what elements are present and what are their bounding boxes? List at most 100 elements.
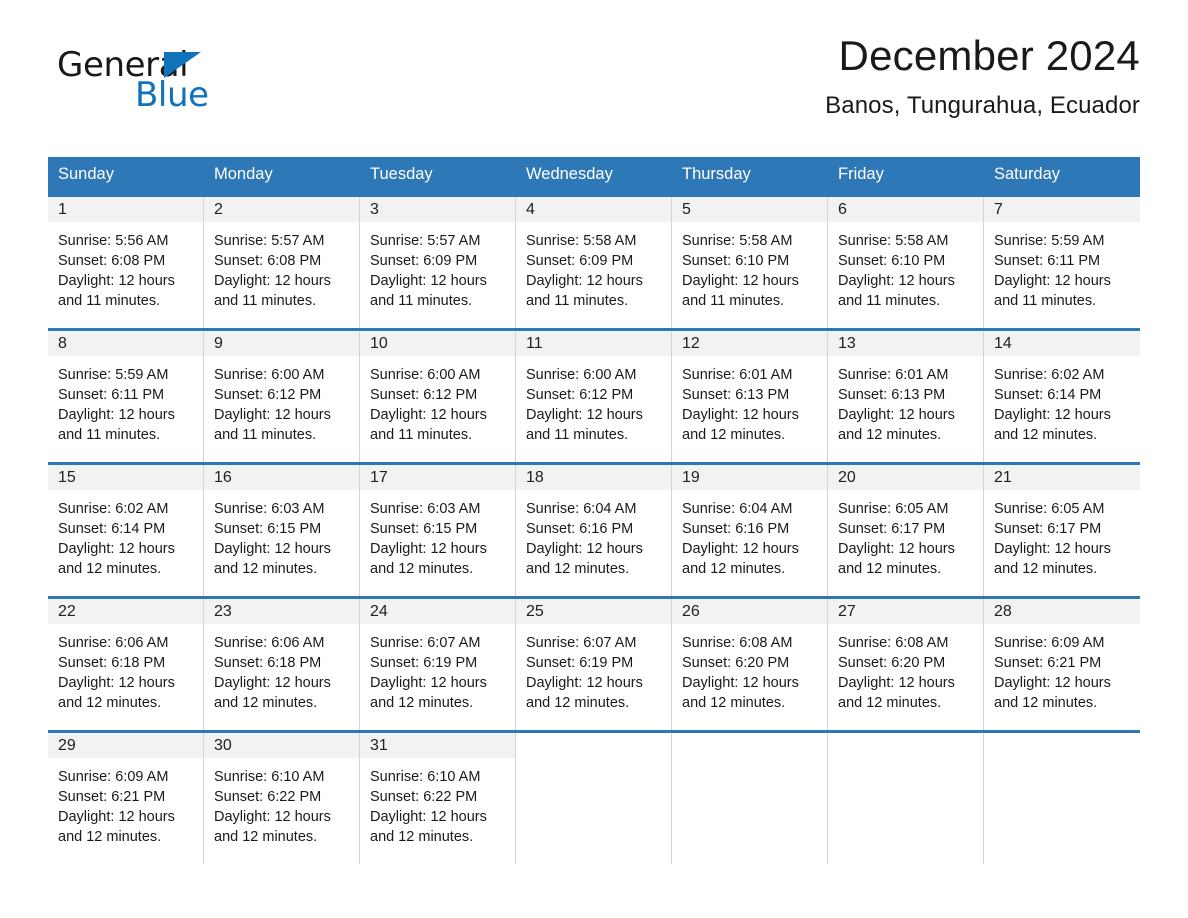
day-details: Sunrise: 6:09 AM Sunset: 6:21 PM Daylight:… xyxy=(48,758,203,848)
day-cell[interactable]: 6 Sunrise: 5:58 AM Sunset: 6:10 PM Daylight… xyxy=(828,196,984,328)
day-cell[interactable]: 4 Sunrise: 5:58 AM Sunset: 6:09 PM Daylight… xyxy=(516,196,672,328)
page-title: December 2024 xyxy=(838,32,1140,79)
day-number-band: 27 xyxy=(828,598,983,624)
day-cell[interactable]: 31 Sunrise: 6:10 AM Sunset: 6:22 PM Dayligh… xyxy=(360,732,516,864)
generalblue-logo[interactable]: General Blue xyxy=(57,45,387,115)
daylight-text-line2: and 12 minutes. xyxy=(58,829,162,846)
day-number: 11 xyxy=(526,334,543,352)
day-number-band xyxy=(672,732,827,758)
day-number: 31 xyxy=(370,736,388,754)
daylight-text-line1: Daylight: 12 hours xyxy=(214,541,331,558)
day-cell[interactable]: 24 Sunrise: 6:07 AM Sunset: 6:19 PM Dayligh… xyxy=(360,598,516,730)
daylight-text-line2: and 11 minutes. xyxy=(370,293,473,310)
sunset-text: Sunset: 6:18 PM xyxy=(214,655,322,671)
page-masthead: General Blue December 2024 Banos, Tungur… xyxy=(48,0,1140,119)
day-cell[interactable]: 13 Sunrise: 6:01 AM Sunset: 6:13 PM Dayligh… xyxy=(828,330,984,462)
sunset-text: Sunset: 6:21 PM xyxy=(58,789,166,805)
calendar-week-row: 15 Sunrise: 6:02 AM Sunset: 6:14 PM Dayligh… xyxy=(48,461,1140,596)
day-cell[interactable]: 3 Sunrise: 5:57 AM Sunset: 6:09 PM Daylight… xyxy=(360,196,516,328)
sunrise-text: Sunrise: 6:05 AM xyxy=(838,500,949,517)
sunset-text: Sunset: 6:20 PM xyxy=(838,655,946,671)
sunrise-text: Sunrise: 5:57 AM xyxy=(214,232,325,249)
day-cell[interactable]: 8 Sunrise: 5:59 AM Sunset: 6:11 PM Daylight… xyxy=(48,330,204,462)
day-cell[interactable]: 11 Sunrise: 6:00 AM Sunset: 6:12 PM Dayligh… xyxy=(516,330,672,462)
day-cell[interactable]: 15 Sunrise: 6:02 AM Sunset: 6:14 PM Dayligh… xyxy=(48,464,204,596)
day-cell[interactable]: 19 Sunrise: 6:04 AM Sunset: 6:16 PM Dayligh… xyxy=(672,464,828,596)
day-number: 3 xyxy=(370,200,379,218)
day-number: 22 xyxy=(58,602,76,620)
sunrise-text: Sunrise: 6:07 AM xyxy=(370,634,481,651)
day-cell[interactable]: 2 Sunrise: 5:57 AM Sunset: 6:08 PM Daylight… xyxy=(204,196,360,328)
day-number: 10 xyxy=(370,334,388,352)
daylight-text-line2: and 12 minutes. xyxy=(214,829,318,846)
day-cell-empty xyxy=(516,732,672,864)
daylight-text-line1: Daylight: 12 hours xyxy=(838,273,955,290)
day-cell[interactable]: 18 Sunrise: 6:04 AM Sunset: 6:16 PM Dayligh… xyxy=(516,464,672,596)
day-cell[interactable]: 9 Sunrise: 6:00 AM Sunset: 6:12 PM Daylight… xyxy=(204,330,360,462)
day-cell[interactable]: 21 Sunrise: 6:05 AM Sunset: 6:17 PM Dayligh… xyxy=(984,464,1140,596)
daylight-text-line1: Daylight: 12 hours xyxy=(838,541,955,558)
daylight-text-line2: and 11 minutes. xyxy=(526,427,629,444)
day-number-band: 7 xyxy=(984,196,1140,222)
day-number-band: 21 xyxy=(984,464,1140,490)
day-details: Sunrise: 6:04 AM Sunset: 6:16 PM Daylight:… xyxy=(672,490,827,580)
day-cell[interactable]: 5 Sunrise: 5:58 AM Sunset: 6:10 PM Daylight… xyxy=(672,196,828,328)
daylight-text-line1: Daylight: 12 hours xyxy=(214,675,331,692)
day-cell[interactable]: 26 Sunrise: 6:08 AM Sunset: 6:20 PM Dayligh… xyxy=(672,598,828,730)
sunrise-text: Sunrise: 6:03 AM xyxy=(370,500,481,517)
day-number-band: 11 xyxy=(516,330,671,356)
day-cell[interactable]: 25 Sunrise: 6:07 AM Sunset: 6:19 PM Dayligh… xyxy=(516,598,672,730)
weekday-header-thursday: Thursday xyxy=(682,165,751,183)
daylight-text-line1: Daylight: 12 hours xyxy=(994,407,1111,424)
daylight-text-line2: and 12 minutes. xyxy=(214,695,318,712)
day-cell[interactable]: 7 Sunrise: 5:59 AM Sunset: 6:11 PM Daylight… xyxy=(984,196,1140,328)
weekday-header-row: Sunday Monday Tuesday Wednesday Thursday… xyxy=(48,157,1140,194)
day-number: 24 xyxy=(370,602,388,620)
day-cell[interactable]: 20 Sunrise: 6:05 AM Sunset: 6:17 PM Dayligh… xyxy=(828,464,984,596)
day-number-band: 20 xyxy=(828,464,983,490)
daylight-text-line1: Daylight: 12 hours xyxy=(58,675,175,692)
daylight-text-line2: and 11 minutes. xyxy=(994,293,1097,310)
sunrise-text: Sunrise: 6:02 AM xyxy=(58,500,169,517)
day-cell[interactable]: 14 Sunrise: 6:02 AM Sunset: 6:14 PM Dayligh… xyxy=(984,330,1140,462)
day-number-band: 16 xyxy=(204,464,359,490)
day-cell[interactable]: 10 Sunrise: 6:00 AM Sunset: 6:12 PM Dayligh… xyxy=(360,330,516,462)
sunset-text: Sunset: 6:22 PM xyxy=(370,789,478,805)
day-cell[interactable]: 23 Sunrise: 6:06 AM Sunset: 6:18 PM Dayligh… xyxy=(204,598,360,730)
day-details: Sunrise: 6:10 AM Sunset: 6:22 PM Daylight:… xyxy=(204,758,359,848)
daylight-text-line1: Daylight: 12 hours xyxy=(526,675,643,692)
day-cell[interactable]: 30 Sunrise: 6:10 AM Sunset: 6:22 PM Dayligh… xyxy=(204,732,360,864)
sunset-text: Sunset: 6:09 PM xyxy=(526,253,634,269)
day-number-band: 25 xyxy=(516,598,671,624)
day-cell[interactable]: 27 Sunrise: 6:08 AM Sunset: 6:20 PM Dayligh… xyxy=(828,598,984,730)
daylight-text-line2: and 12 minutes. xyxy=(838,427,942,444)
day-number-band: 19 xyxy=(672,464,827,490)
day-cell[interactable]: 28 Sunrise: 6:09 AM Sunset: 6:21 PM Dayligh… xyxy=(984,598,1140,730)
day-cell[interactable]: 29 Sunrise: 6:09 AM Sunset: 6:21 PM Dayligh… xyxy=(48,732,204,864)
day-details: Sunrise: 6:03 AM Sunset: 6:15 PM Daylight:… xyxy=(360,490,515,580)
brand-name-blue: Blue xyxy=(135,75,209,115)
weekday-header-wednesday: Wednesday xyxy=(526,165,613,183)
daylight-text-line2: and 11 minutes. xyxy=(526,293,629,310)
day-cell[interactable]: 16 Sunrise: 6:03 AM Sunset: 6:15 PM Dayligh… xyxy=(204,464,360,596)
day-cell[interactable]: 22 Sunrise: 6:06 AM Sunset: 6:18 PM Dayligh… xyxy=(48,598,204,730)
day-number: 1 xyxy=(58,200,67,218)
day-cell[interactable]: 17 Sunrise: 6:03 AM Sunset: 6:15 PM Dayligh… xyxy=(360,464,516,596)
sunset-text: Sunset: 6:19 PM xyxy=(526,655,634,671)
sunset-text: Sunset: 6:14 PM xyxy=(58,521,166,537)
calendar-week-row: 22 Sunrise: 6:06 AM Sunset: 6:18 PM Dayligh… xyxy=(48,595,1140,730)
sunrise-text: Sunrise: 6:08 AM xyxy=(838,634,949,651)
daylight-text-line2: and 12 minutes. xyxy=(994,695,1098,712)
sunrise-text: Sunrise: 6:03 AM xyxy=(214,500,325,517)
day-details: Sunrise: 5:58 AM Sunset: 6:10 PM Daylight:… xyxy=(828,222,983,312)
day-cell[interactable]: 12 Sunrise: 6:01 AM Sunset: 6:13 PM Dayligh… xyxy=(672,330,828,462)
day-number: 21 xyxy=(994,468,1012,486)
day-number-band: 23 xyxy=(204,598,359,624)
day-cell[interactable]: 1 Sunrise: 5:56 AM Sunset: 6:08 PM Daylight… xyxy=(48,196,204,328)
day-details: Sunrise: 6:06 AM Sunset: 6:18 PM Daylight:… xyxy=(48,624,203,714)
day-number-band: 31 xyxy=(360,732,515,758)
daylight-text-line2: and 12 minutes. xyxy=(682,561,786,578)
day-details: Sunrise: 6:04 AM Sunset: 6:16 PM Daylight:… xyxy=(516,490,671,580)
day-details: Sunrise: 5:59 AM Sunset: 6:11 PM Daylight:… xyxy=(984,222,1140,312)
day-number: 27 xyxy=(838,602,856,620)
